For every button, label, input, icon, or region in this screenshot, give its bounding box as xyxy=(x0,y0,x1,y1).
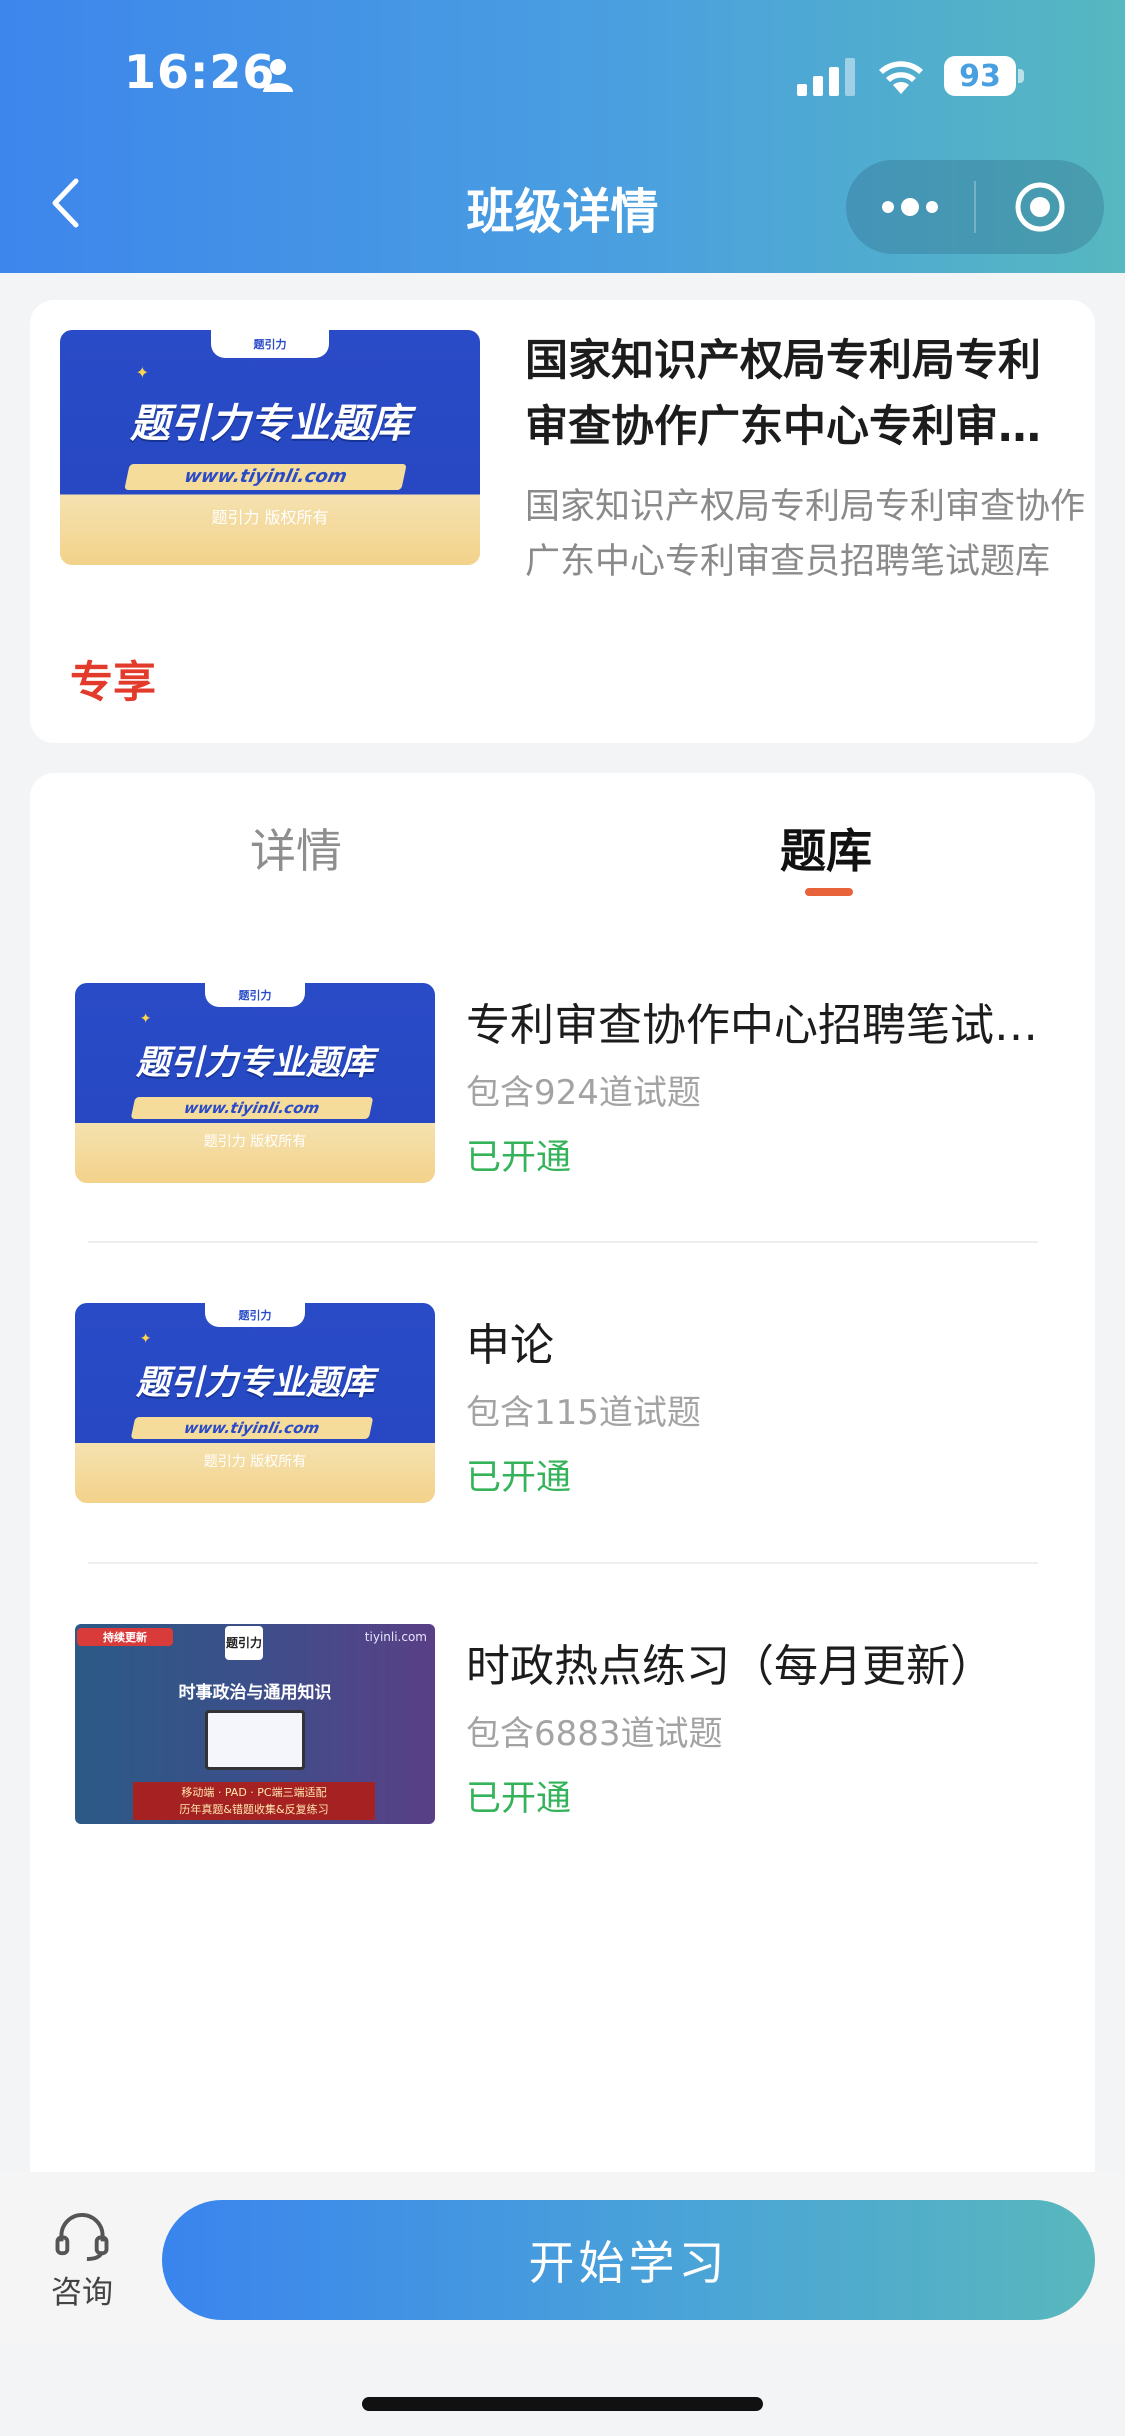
status-time: 16:26 xyxy=(124,45,276,99)
brand-logo: 题引力 xyxy=(225,1626,263,1660)
access-status: 已开通 xyxy=(466,1779,572,1819)
close-mini-program-button[interactable] xyxy=(976,160,1104,254)
star-icon: ✦ xyxy=(139,1331,152,1347)
consult-label: 咨询 xyxy=(51,2275,113,2311)
update-tag: 持续更新 xyxy=(77,1628,173,1646)
course-card[interactable]: 题引力 ✦ 题引力专业题库 www.tiyinli.com 题引力 版权所有 国… xyxy=(30,300,1095,743)
footer-line: 移动端 · PAD · PC端三端适配 xyxy=(181,1786,327,1799)
active-tab-indicator xyxy=(805,888,853,896)
star-icon: ✦ xyxy=(135,362,149,382)
list-divider xyxy=(88,1241,1038,1243)
question-bank-item[interactable]: 题引力 ✦ 题引力专业题库 www.tiyinli.com 题引力 版权所有 申… xyxy=(30,1303,1095,1503)
access-status: 已开通 xyxy=(466,1458,572,1498)
thumbnail-title: 时事政治与通用知识 xyxy=(178,1683,332,1703)
mini-program-capsule xyxy=(846,160,1104,254)
banner-tab: 题引力 xyxy=(211,330,329,359)
question-bank-item[interactable]: 持续更新 题引力 tiyinli.com 时事政治与通用知识 移动端 · PAD… xyxy=(30,1624,1095,1824)
question-bank-thumbnail: 题引力 ✦ 题引力专业题库 www.tiyinli.com 题引力 版权所有 xyxy=(75,1303,435,1503)
thumbnail-footer: 移动端 · PAD · PC端三端适配 历年真题&错题收集&反复练习 xyxy=(133,1782,375,1820)
access-status: 已开通 xyxy=(466,1138,572,1178)
banner-copyright: 题引力 版权所有 xyxy=(203,1134,307,1150)
question-bank-name: 时政热点练习（每月更新） xyxy=(466,1641,994,1692)
course-title: 国家知识产权局专利局专利审查协作广东中心专利审查员招聘笔试 xyxy=(525,336,1041,452)
banner-copyright: 题引力 版权所有 xyxy=(203,1454,307,1470)
question-count: 包含115道试题 xyxy=(466,1393,701,1433)
banner-title: 题引力专业题库 xyxy=(136,1363,374,1403)
question-bank-item[interactable]: 题引力 ✦ 题引力专业题库 www.tiyinli.com 题引力 版权所有 专… xyxy=(30,983,1095,1183)
content-panel: 详情 题库 题引力 ✦ 题引力专业题库 www.tiyinli.com 题引力 … xyxy=(30,773,1095,2193)
home-indicator xyxy=(362,2397,763,2411)
device-mockup-icon xyxy=(205,1710,305,1770)
banner-title: 题引力专业题库 xyxy=(136,1043,374,1083)
banner-title: 题引力专业题库 xyxy=(130,401,410,448)
question-count: 包含6883道试题 xyxy=(466,1714,723,1754)
course-cover-image: 题引力 ✦ 题引力专业题库 www.tiyinli.com 题引力 版权所有 xyxy=(60,330,480,565)
headset-icon xyxy=(55,2212,109,2261)
banner-url: www.tiyinli.com xyxy=(124,463,408,490)
target-circle-icon xyxy=(1015,182,1065,232)
more-button[interactable] xyxy=(846,160,974,254)
person-icon xyxy=(263,59,293,92)
question-bank-name: 专利审查协作中心招聘笔试题库 xyxy=(466,1000,1066,1051)
header: 16:26 93 班级详情 xyxy=(0,0,1125,273)
more-dots-icon xyxy=(882,198,938,216)
signal-icon xyxy=(797,58,855,96)
battery-indicator: 93 xyxy=(944,56,1024,96)
tab-question-bank[interactable]: 题库 xyxy=(780,815,872,881)
banner-tab: 题引力 xyxy=(204,1303,306,1327)
consult-button[interactable]: 咨询 xyxy=(40,2212,124,2312)
question-count: 包含924道试题 xyxy=(466,1073,701,1113)
battery-level: 93 xyxy=(944,56,1016,96)
wifi-icon xyxy=(879,61,923,94)
list-divider xyxy=(88,1562,1038,1564)
exclusive-badge: 专享 xyxy=(70,658,156,708)
star-icon: ✦ xyxy=(139,1011,152,1027)
tab-details[interactable]: 详情 xyxy=(250,815,342,881)
question-bank-thumbnail: 持续更新 题引力 tiyinli.com 时事政治与通用知识 移动端 · PAD… xyxy=(75,1624,435,1824)
footer-line: 历年真题&错题收集&反复练习 xyxy=(179,1803,329,1816)
start-learning-button[interactable]: 开始学习 xyxy=(162,2200,1095,2320)
banner-copyright: 题引力 版权所有 xyxy=(211,507,329,527)
course-description: 国家知识产权局专利局专利审查协作广东中心专利审查员招聘笔试题库 xyxy=(525,487,1086,582)
bottom-bar: 咨询 开始学习 xyxy=(0,2172,1125,2342)
banner-url: www.tiyinli.com xyxy=(130,1097,373,1119)
banner-url: www.tiyinli.com xyxy=(130,1417,373,1439)
battery-cap xyxy=(1018,69,1024,83)
site-label: tiyinli.com xyxy=(364,1630,427,1644)
question-bank-name: 申论 xyxy=(466,1320,554,1371)
banner-tab: 题引力 xyxy=(204,983,306,1007)
question-bank-thumbnail: 题引力 ✦ 题引力专业题库 www.tiyinli.com 题引力 版权所有 xyxy=(75,983,435,1183)
